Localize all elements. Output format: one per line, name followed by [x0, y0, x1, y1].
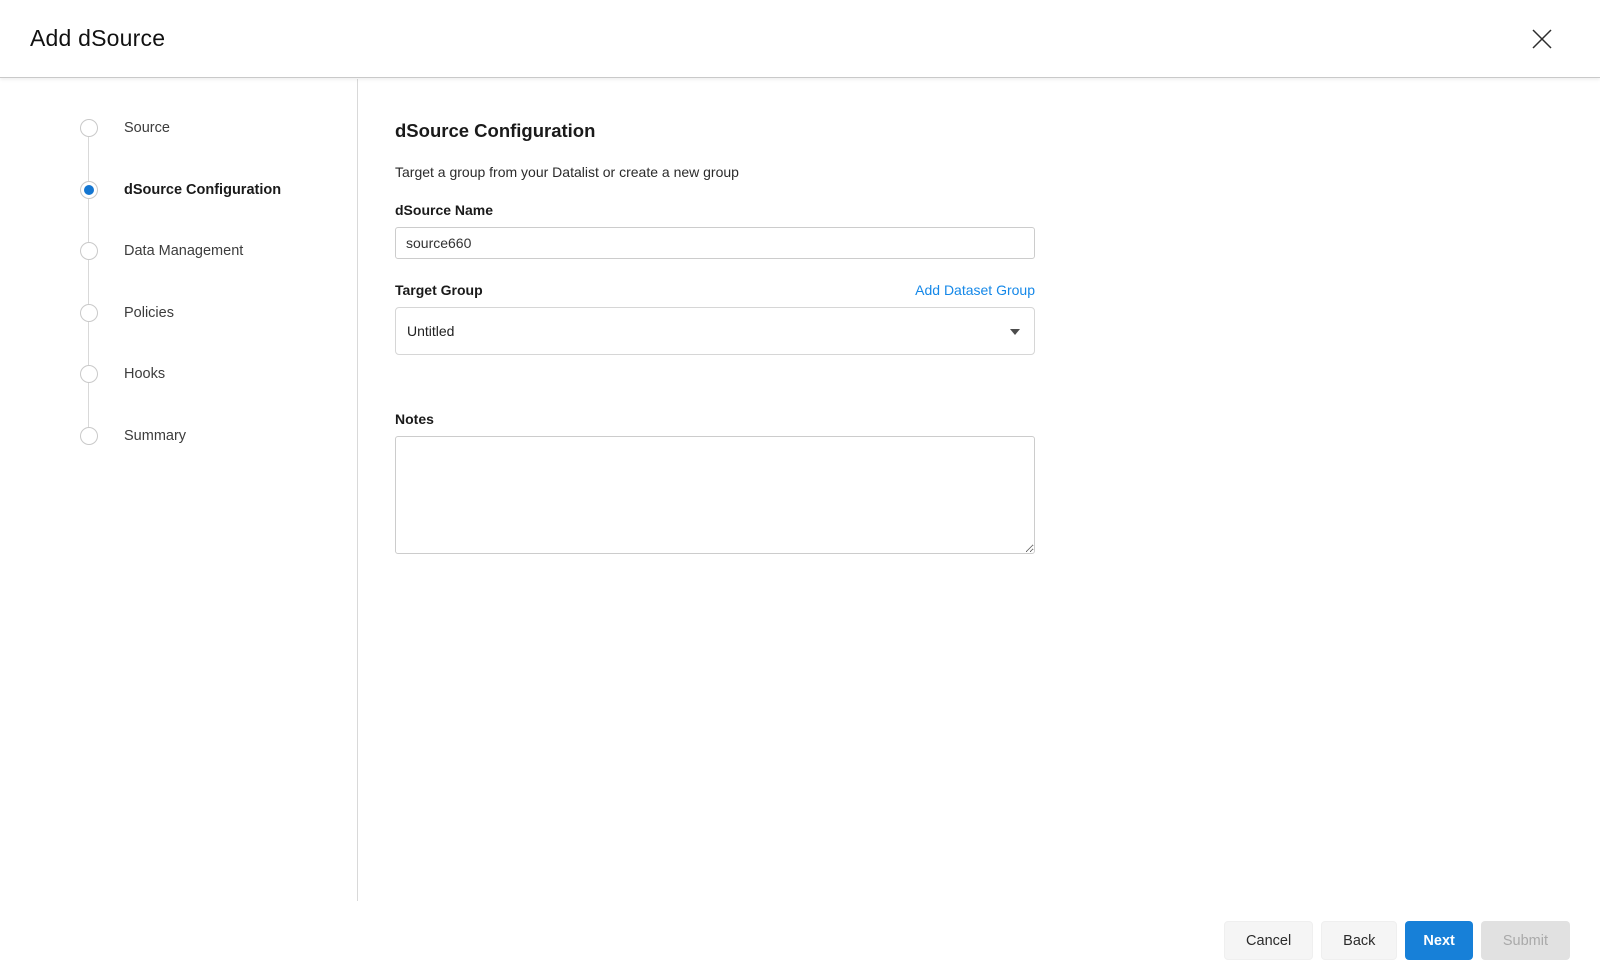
page-title: dSource Configuration — [395, 120, 1035, 142]
dsource-name-input[interactable] — [395, 227, 1035, 259]
wizard-stepper-sidebar: Source dSource Configuration Data Manage… — [0, 79, 358, 980]
step-circle-icon — [80, 427, 98, 445]
sidebar-divider — [357, 79, 358, 901]
step-source[interactable]: Source — [80, 119, 358, 137]
target-group-label-row: Target Group Add Dataset Group — [395, 282, 1035, 298]
notes-label: Notes — [395, 411, 1035, 427]
step-label: Hooks — [124, 366, 165, 382]
step-circle-icon — [80, 242, 98, 260]
target-group-label: Target Group — [395, 282, 483, 298]
target-group-selected-value: Untitled — [407, 323, 454, 339]
target-group-select[interactable]: Untitled — [395, 307, 1035, 355]
step-dsource-configuration[interactable]: dSource Configuration — [80, 181, 358, 199]
step-label: Data Management — [124, 243, 243, 259]
step-summary[interactable]: Summary — [80, 427, 358, 445]
step-circle-icon — [80, 365, 98, 383]
dialog-header: Add dSource — [0, 0, 1600, 78]
page-subtitle: Target a group from your Datalist or cre… — [395, 164, 1035, 180]
dialog-title: Add dSource — [30, 25, 165, 52]
chevron-down-icon — [1010, 329, 1020, 335]
step-label: dSource Configuration — [124, 182, 281, 198]
step-circle-icon — [80, 304, 98, 322]
cancel-button[interactable]: Cancel — [1224, 921, 1313, 960]
close-button[interactable] — [1526, 23, 1558, 55]
step-data-management[interactable]: Data Management — [80, 242, 358, 260]
step-circle-icon — [80, 119, 98, 137]
dialog-body: Source dSource Configuration Data Manage… — [0, 79, 1600, 980]
step-label: Policies — [124, 305, 174, 321]
step-hooks[interactable]: Hooks — [80, 365, 358, 383]
back-button[interactable]: Back — [1321, 921, 1397, 960]
dsource-name-label: dSource Name — [395, 202, 1035, 218]
close-icon — [1530, 27, 1554, 51]
stepper-connector-line — [88, 128, 89, 436]
submit-button[interactable]: Submit — [1481, 921, 1570, 960]
step-label: Summary — [124, 428, 186, 444]
next-button[interactable]: Next — [1405, 921, 1472, 960]
step-circle-active-icon — [80, 181, 98, 199]
wizard-stepper: Source dSource Configuration Data Manage… — [0, 79, 358, 445]
add-dataset-group-link[interactable]: Add Dataset Group — [915, 282, 1035, 298]
step-label: Source — [124, 120, 170, 136]
dsource-configuration-form: dSource Configuration Target a group fro… — [395, 120, 1035, 554]
notes-textarea[interactable] — [395, 436, 1035, 554]
dialog-footer: Cancel Back Next Submit — [1224, 921, 1570, 960]
add-dsource-dialog: Add dSource Source dSource C — [0, 0, 1600, 980]
main-content: dSource Configuration Target a group fro… — [358, 79, 1035, 980]
step-policies[interactable]: Policies — [80, 304, 358, 322]
